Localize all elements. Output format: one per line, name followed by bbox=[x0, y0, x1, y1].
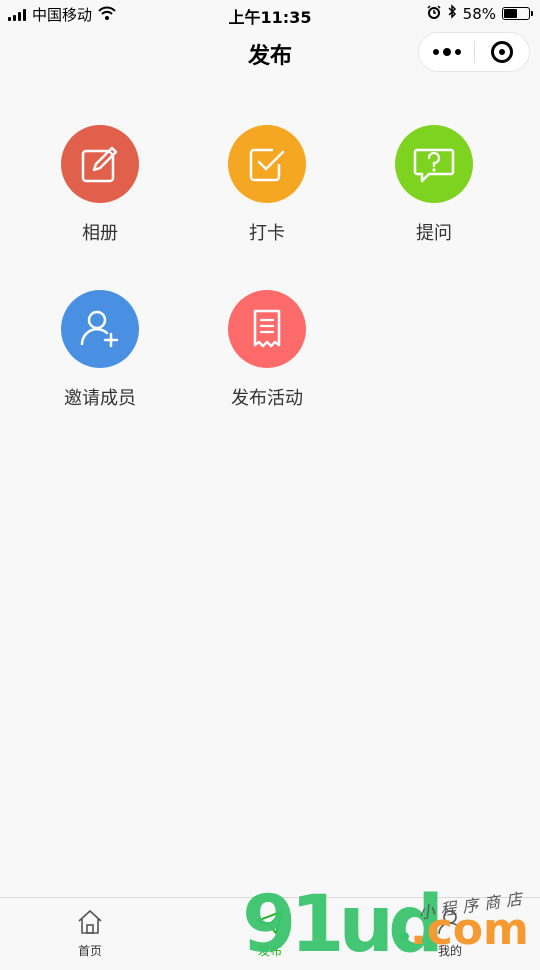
tab-label: 发布 bbox=[257, 944, 282, 958]
grid-item-event[interactable]: 发布活动 bbox=[183, 290, 351, 410]
capsule-menu bbox=[418, 32, 530, 72]
more-button[interactable] bbox=[419, 33, 474, 71]
grid-item-label: 提问 bbox=[416, 223, 452, 244]
grid-item-question[interactable]: 提问 bbox=[350, 125, 518, 245]
tab-home[interactable]: 首页 bbox=[0, 898, 180, 961]
grid-item-label: 邀请成员 bbox=[64, 388, 136, 409]
grid-item-label: 相册 bbox=[82, 223, 118, 244]
album-circle bbox=[61, 125, 139, 203]
grid-item-label: 打卡 bbox=[249, 223, 285, 244]
add-user-icon bbox=[80, 310, 119, 348]
battery-percent: 58% bbox=[462, 4, 496, 23]
grid-item-checkin[interactable]: 打卡 bbox=[183, 125, 351, 245]
battery-icon bbox=[502, 7, 533, 20]
grid-item-invite[interactable]: 邀请成员 bbox=[16, 290, 184, 410]
grid-item-album[interactable]: 相册 bbox=[16, 125, 184, 245]
tab-publish[interactable]: 发布 bbox=[180, 898, 360, 961]
paper-plane-icon bbox=[256, 910, 284, 934]
grid-item-label: 发布活动 bbox=[231, 388, 303, 409]
question-circle bbox=[395, 125, 473, 203]
tab-bar: 首页 发布 我的 bbox=[0, 897, 540, 961]
bluetooth-icon bbox=[447, 4, 457, 23]
close-button[interactable] bbox=[475, 33, 529, 71]
battery-fill bbox=[504, 9, 518, 18]
tab-mine[interactable]: 我的 bbox=[360, 898, 540, 961]
user-icon bbox=[438, 910, 462, 935]
tab-label: 我的 bbox=[437, 944, 462, 958]
receipt-icon bbox=[253, 309, 281, 348]
checkbox-icon bbox=[249, 148, 285, 182]
status-bar: 中国移动 上午11:35 58% bbox=[0, 0, 540, 28]
tab-label: 首页 bbox=[77, 944, 102, 958]
event-circle bbox=[228, 290, 306, 368]
question-bubble-icon bbox=[413, 148, 455, 183]
alarm-icon bbox=[427, 4, 441, 23]
nav-bar: 发布 bbox=[0, 28, 540, 78]
edit-icon bbox=[81, 146, 118, 183]
home-icon bbox=[78, 910, 102, 934]
status-right: 58% bbox=[427, 4, 533, 23]
checkin-circle bbox=[228, 125, 306, 203]
invite-circle bbox=[61, 290, 139, 368]
close-ring-icon bbox=[490, 41, 513, 63]
